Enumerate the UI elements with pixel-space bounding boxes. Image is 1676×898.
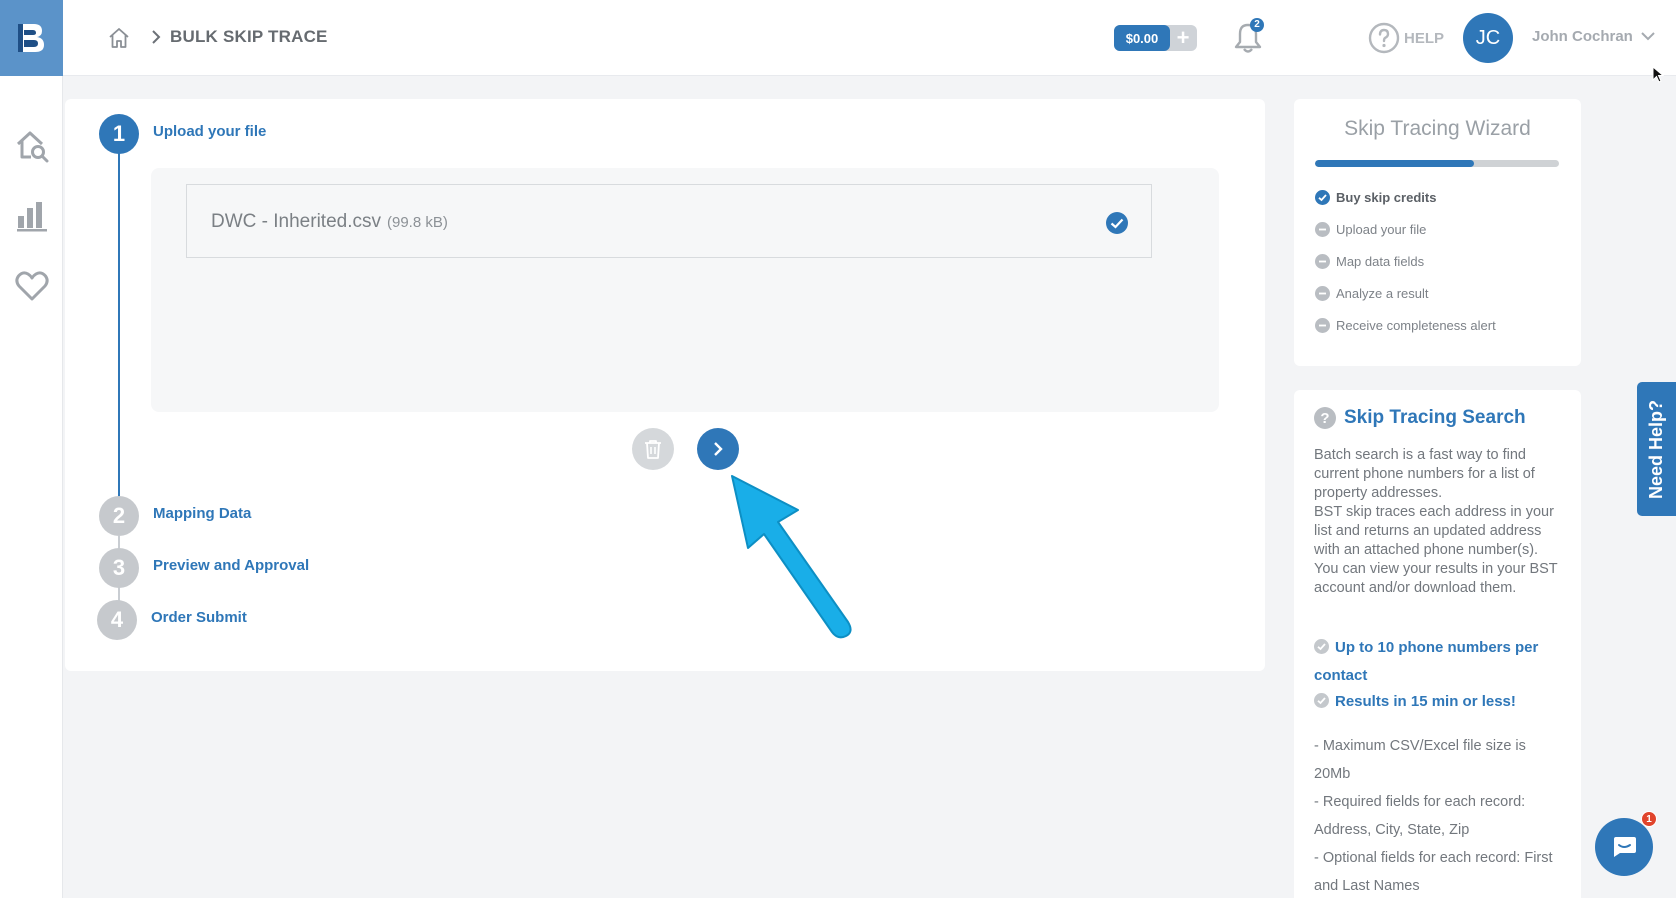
sidebar	[0, 0, 63, 898]
home-search-icon	[16, 131, 49, 163]
step-3-number: 3	[99, 548, 139, 588]
next-step-button[interactable]	[697, 428, 739, 470]
check-circle-icon	[1314, 639, 1329, 654]
uploaded-file: DWC - Inherited.csv (99.8 kB)	[186, 184, 1152, 258]
chevron-right-icon	[152, 30, 161, 44]
sidebar-item-property-search[interactable]	[14, 128, 50, 164]
step-4-label[interactable]: Order Submit	[151, 609, 247, 626]
step-4-number: 4	[97, 600, 137, 640]
file-size: (99.8 kB)	[386, 214, 448, 231]
mouse-cursor-icon	[1652, 66, 1664, 83]
balance-button[interactable]: $0.00 +	[1114, 25, 1197, 51]
chat-button[interactable]	[1595, 818, 1653, 876]
chevron-down-icon[interactable]	[1640, 30, 1656, 42]
wizard-item-upload: Upload your file	[1315, 219, 1426, 239]
wizard-item-alert: Receive completeness alert	[1315, 315, 1496, 335]
wizard-progress-bar	[1315, 160, 1559, 167]
page-title: BULK SKIP TRACE	[170, 27, 328, 46]
delete-file-button[interactable]	[632, 428, 674, 470]
requirement-item: - Optional fields for each record: First…	[1314, 850, 1553, 894]
info-title: Skip Tracing Search	[1344, 407, 1526, 428]
info-description: Batch search is a fast way to find curre…	[1314, 446, 1564, 598]
check-circle-icon	[1106, 212, 1128, 234]
skip-tracing-wizard: Skip Tracing Wizard Buy skip credits Upl…	[1294, 99, 1581, 366]
heart-icon	[15, 271, 49, 301]
feature-item: Results in 15 min or less!	[1314, 688, 1564, 716]
step-1-label[interactable]: Upload your file	[153, 123, 266, 140]
step-connector-active	[118, 150, 120, 500]
add-funds-icon: +	[1176, 25, 1190, 50]
wizard-progress-fill	[1315, 160, 1474, 167]
wizard-item-label: Map data fields	[1336, 253, 1425, 269]
check-circle-icon	[1315, 189, 1330, 205]
balance-amount: $0.00	[1114, 25, 1170, 51]
minus-circle-icon	[1315, 253, 1330, 269]
chat-badge: 1	[1641, 811, 1657, 827]
step-2-number: 2	[99, 496, 139, 536]
wizard-item-label: Receive completeness alert	[1336, 317, 1496, 333]
home-icon[interactable]	[107, 26, 131, 50]
step-1-number: 1	[99, 114, 139, 154]
annotation-arrow-icon	[731, 475, 852, 639]
step-3-label[interactable]: Preview and Approval	[153, 557, 309, 574]
requirement-item: - Required fields for each record: Addre…	[1314, 794, 1526, 838]
step-2-label[interactable]: Mapping Data	[153, 505, 251, 522]
need-help-tab[interactable]: Need Help?	[1637, 382, 1676, 516]
wizard-item-label: Upload your file	[1336, 221, 1427, 237]
chat-icon	[1614, 837, 1636, 857]
bar-chart-icon	[17, 202, 47, 232]
chevron-right-icon	[714, 442, 723, 456]
need-help-label: Need Help?	[1646, 399, 1666, 499]
check-circle-icon	[1314, 693, 1329, 708]
requirement-item: - Maximum CSV/Excel file size is 20Mb	[1314, 738, 1526, 782]
help-link[interactable]: HELP	[1368, 22, 1444, 54]
sidebar-item-favorites[interactable]	[14, 268, 50, 304]
file-name-wrap: DWC - Inherited.csv (99.8 kB)	[211, 211, 448, 233]
wizard-item-buy-credits: Buy skip credits	[1315, 187, 1436, 207]
wizard-item-analyze: Analyze a result	[1315, 283, 1429, 303]
info-paragraph: BST skip traces each address in your lis…	[1314, 504, 1558, 596]
minus-circle-icon	[1315, 285, 1330, 301]
trash-icon	[645, 440, 661, 459]
question-icon: ?	[1314, 407, 1336, 429]
wizard-item-map-fields: Map data fields	[1315, 251, 1424, 271]
minus-circle-icon	[1315, 317, 1330, 333]
info-header: ? Skip Tracing Search	[1314, 407, 1526, 429]
app-logo[interactable]	[0, 0, 63, 76]
feature-item: Up to 10 phone numbers per contact	[1314, 634, 1564, 690]
file-requirements: - Maximum CSV/Excel file size is 20Mb - …	[1314, 732, 1564, 898]
wizard-item-label: Buy skip credits	[1336, 189, 1437, 205]
logo-icon	[17, 24, 44, 52]
wizard-title: Skip Tracing Wizard	[1344, 117, 1531, 140]
feature-label: Results in 15 min or less!	[1335, 693, 1516, 710]
skip-tracing-info: ? Skip Tracing Search Batch search is a …	[1294, 390, 1581, 898]
notification-badge: 2	[1250, 18, 1264, 32]
wizard-item-label: Analyze a result	[1336, 285, 1429, 301]
avatar[interactable]: JC	[1463, 13, 1513, 63]
feature-label: Up to 10 phone numbers per contact	[1314, 639, 1539, 684]
minus-circle-icon	[1315, 221, 1330, 237]
help-label: HELP	[1404, 29, 1445, 47]
question-circle-icon	[1368, 22, 1400, 54]
user-name[interactable]: John Cochran	[1532, 28, 1633, 45]
sidebar-item-analytics[interactable]	[14, 198, 50, 234]
file-name: DWC - Inherited.csv	[211, 211, 381, 232]
info-paragraph: Batch search is a fast way to find curre…	[1314, 447, 1535, 501]
